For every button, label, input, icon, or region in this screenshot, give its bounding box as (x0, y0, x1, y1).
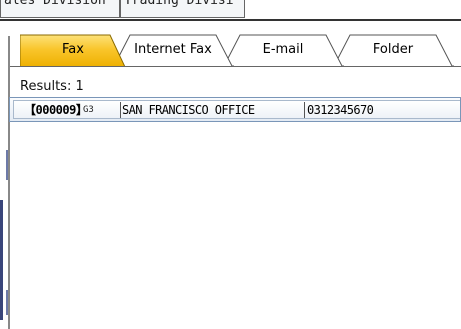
column-separator (120, 102, 121, 118)
fax-number: 0312345670 (307, 102, 374, 117)
side-tick (6, 150, 8, 180)
registration-number: 【000009】 (24, 103, 88, 117)
tab-email[interactable]: E-mail (222, 31, 344, 67)
results-count: Results: 1 (20, 79, 84, 94)
top-tab-strip: ales Division Trading Divisi (0, 0, 461, 20)
column-separator (304, 102, 305, 118)
side-accent-bar (0, 200, 3, 320)
tab-label: Internet Fax (134, 41, 212, 57)
tab-baseline (10, 66, 461, 67)
top-divider (0, 19, 461, 21)
destination-type-tabs: Folder E-mail Internet Fax Fax (20, 31, 461, 69)
destination-name: SAN FRANCISCO OFFICE (122, 102, 255, 117)
tab-label: Fax (62, 41, 84, 57)
top-tab-label: ales Division (4, 0, 106, 8)
tab-fax[interactable]: Fax (20, 31, 126, 67)
tab-label: E-mail (262, 41, 304, 57)
tab-folder[interactable]: Folder (332, 31, 454, 67)
side-tick (6, 290, 8, 315)
tab-label: Folder (372, 41, 414, 57)
result-row[interactable]: 【000009】 G3 SAN FRANCISCO OFFICE 0312345… (9, 97, 461, 122)
top-tab-trading-division[interactable]: Trading Divisi (120, 0, 245, 18)
panel-border (8, 36, 10, 329)
top-tab-sales-division[interactable]: ales Division (0, 0, 120, 18)
tab-internet-fax[interactable]: Internet Fax (112, 31, 234, 67)
top-tab-label: Trading Divisi (124, 0, 234, 8)
protocol-label: G3 (83, 104, 94, 115)
